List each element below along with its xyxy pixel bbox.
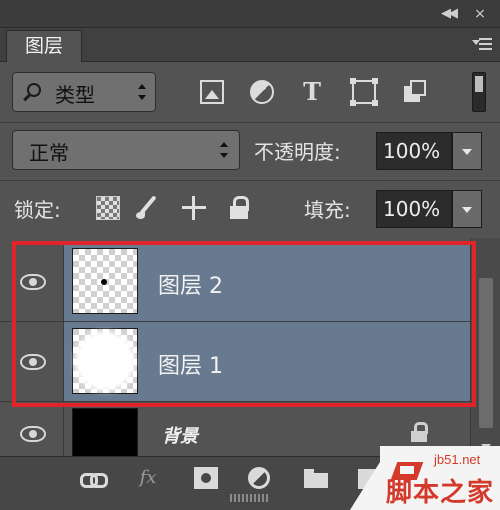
filter-toggle-switch[interactable] <box>472 72 486 112</box>
watermark-url: jb51.net <box>434 452 481 467</box>
lock-position-icon[interactable] <box>182 196 206 220</box>
filter-kind-label: 类型 <box>55 83 95 107</box>
blend-mode-select[interactable]: 正常 <box>12 130 240 170</box>
opacity-label: 不透明度: <box>254 140 341 164</box>
lock-label: 锁定: <box>14 198 61 222</box>
smart-object-filter-icon[interactable] <box>402 80 426 104</box>
panel-menu-icon[interactable] <box>472 36 492 52</box>
shape-filter-icon[interactable] <box>350 78 378 106</box>
lock-image-pixels-icon[interactable] <box>136 196 160 220</box>
scrollbar-thumb[interactable] <box>479 278 493 428</box>
add-mask-icon[interactable] <box>194 467 218 489</box>
select-arrows-icon <box>219 142 229 158</box>
divider <box>0 180 500 181</box>
search-icon <box>27 83 41 97</box>
fx-effects-icon[interactable]: fx <box>136 467 160 489</box>
tab-layers[interactable]: 图层 <box>6 30 82 62</box>
adjustment-filter-icon[interactable] <box>250 80 274 104</box>
opacity-dropdown-button[interactable] <box>452 132 482 170</box>
image-filter-icon[interactable] <box>200 80 224 104</box>
panel-tab-bar: 图层 <box>0 28 500 62</box>
selection-highlight-box <box>12 241 476 407</box>
resize-grip[interactable] <box>230 494 270 502</box>
filter-kind-select[interactable]: 类型 <box>12 72 156 112</box>
new-adjustment-layer-icon[interactable] <box>248 467 270 489</box>
layer-name: 背景 <box>162 426 198 447</box>
watermark-name: 脚本之家 <box>386 478 495 508</box>
blend-mode-label: 正常 <box>29 141 69 165</box>
lock-transparent-pixels-icon[interactable] <box>96 196 120 220</box>
collapse-panel-icon[interactable]: ◀◀ <box>436 4 460 24</box>
divider <box>0 122 500 123</box>
type-filter-icon[interactable]: T <box>300 80 324 104</box>
eye-icon[interactable] <box>20 426 46 442</box>
lock-all-icon[interactable] <box>228 196 252 220</box>
fill-dropdown-button[interactable] <box>452 190 482 228</box>
close-panel-icon[interactable]: × <box>470 4 490 24</box>
select-arrows-icon <box>137 84 147 100</box>
new-group-icon[interactable] <box>304 467 328 489</box>
site-watermark: jb51.net 脚本之家 <box>350 446 500 510</box>
layer-lock-icon <box>410 422 430 444</box>
fill-label: 填充: <box>304 198 351 222</box>
opacity-input[interactable]: 100% <box>376 132 452 170</box>
visibility-cell[interactable] <box>0 402 64 458</box>
panel-header-strip: ◀◀ × <box>0 0 500 28</box>
link-layers-icon[interactable] <box>80 467 108 489</box>
fill-input[interactable]: 100% <box>376 190 452 228</box>
